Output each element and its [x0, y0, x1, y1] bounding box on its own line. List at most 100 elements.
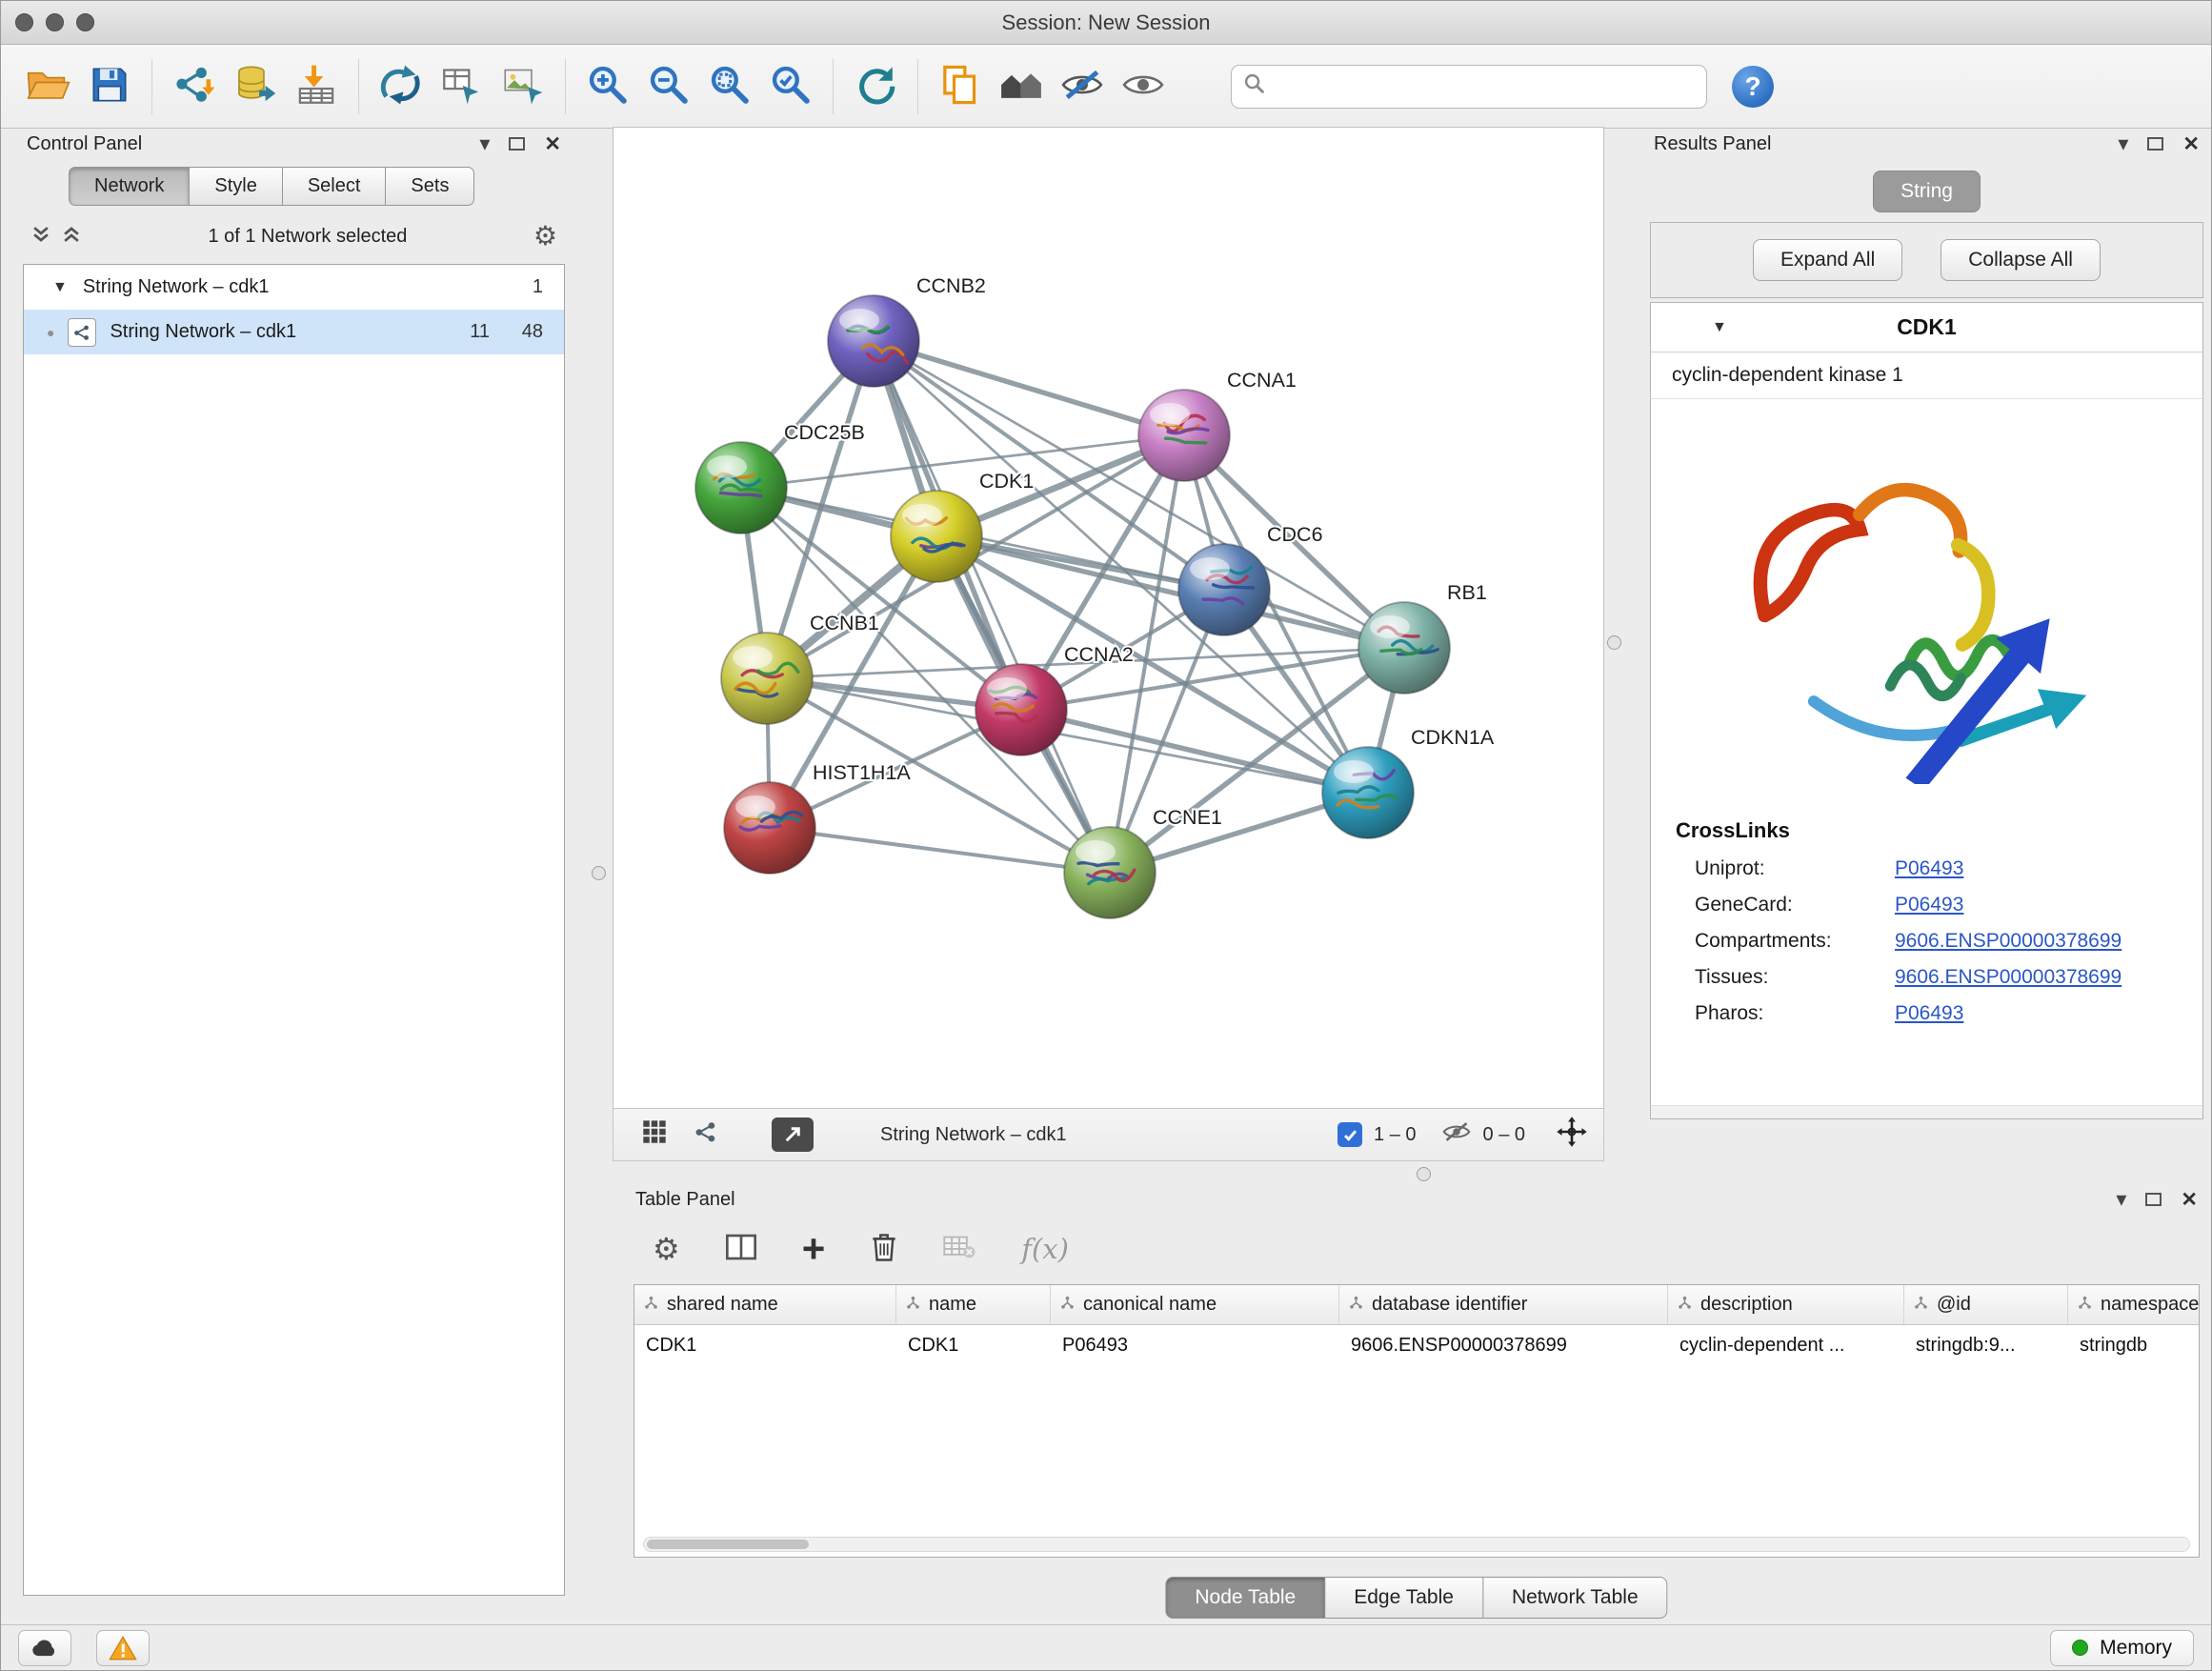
entry-header[interactable]: ▼ CDK1 — [1651, 303, 2202, 352]
splitter-handle[interactable] — [1417, 1167, 1431, 1181]
memory-button[interactable]: Memory — [2050, 1630, 2194, 1666]
collapse-tree-icon[interactable] — [61, 224, 82, 250]
network-node-label: CCNE1 — [1153, 806, 1222, 829]
tab-network-table[interactable]: Network Table — [1483, 1577, 1668, 1619]
column-header--id[interactable]: @id — [1904, 1285, 2068, 1324]
network-canvas[interactable]: CCNB2CCNA1CDC25BCDK1CDC6RB1CCNB1CCNA2CDK… — [613, 127, 1604, 1109]
export-image-button[interactable] — [493, 55, 553, 118]
tab-edge-table[interactable]: Edge Table — [1325, 1577, 1483, 1619]
network-node[interactable] — [1358, 602, 1450, 694]
table-horizontal-scrollbar[interactable] — [643, 1537, 2190, 1552]
table-cell[interactable]: CDK1 — [634, 1325, 896, 1365]
crosslink-link[interactable]: P06493 — [1895, 894, 1963, 916]
network-modify-button[interactable] — [371, 55, 432, 118]
show-columns-icon[interactable] — [726, 1233, 756, 1266]
import-table-button[interactable] — [286, 55, 347, 118]
crosslink-link[interactable]: P06493 — [1895, 857, 1963, 880]
network-edge[interactable] — [874, 341, 1184, 435]
tab-sets[interactable]: Sets — [386, 167, 474, 206]
panel-close-icon[interactable]: ✕ — [2181, 1190, 2198, 1210]
apply-layout-button[interactable] — [845, 55, 906, 118]
column-header-canonical-name[interactable]: canonical name — [1051, 1285, 1339, 1324]
panel-collapse-icon[interactable]: ▾ — [2118, 133, 2128, 154]
table-cell[interactable]: P06493 — [1051, 1325, 1339, 1365]
panel-close-icon[interactable]: ✕ — [544, 134, 561, 154]
column-header-label: canonical name — [1083, 1294, 1217, 1316]
column-header-database-identifier[interactable]: database identifier — [1339, 1285, 1668, 1324]
tab-select[interactable]: Select — [283, 167, 387, 206]
entry-caret-icon[interactable]: ▼ — [1712, 319, 1727, 336]
selected-checkbox-icon[interactable] — [1337, 1122, 1362, 1147]
network-node[interactable] — [1322, 747, 1414, 838]
network-row-selected[interactable]: ● String Network – cdk1 11 48 — [24, 310, 564, 354]
network-node[interactable] — [1178, 544, 1270, 635]
gear-icon[interactable]: ⚙ — [533, 223, 557, 250]
hide-selection-button[interactable] — [1052, 55, 1113, 118]
new-network-from-table-button[interactable] — [432, 55, 493, 118]
table-row[interactable]: CDK1CDK1P064939606.ENSP00000378699cyclin… — [634, 1325, 2199, 1365]
column-header-namespace[interactable]: namespace — [2068, 1285, 2200, 1324]
grid-view-icon[interactable] — [642, 1119, 667, 1150]
panel-close-icon[interactable]: ✕ — [2182, 134, 2200, 154]
open-in-window-button[interactable] — [772, 1117, 814, 1152]
table-cell[interactable]: cyclin-dependent ... — [1668, 1325, 1904, 1365]
zoom-selected-button[interactable] — [760, 55, 821, 118]
table-cell[interactable]: 9606.ENSP00000378699 — [1339, 1325, 1668, 1365]
add-column-icon[interactable]: + — [802, 1233, 826, 1265]
column-header-name[interactable]: name — [896, 1285, 1051, 1324]
expand-tree-icon[interactable] — [30, 224, 51, 250]
crosslink-link[interactable]: P06493 — [1895, 1002, 1963, 1025]
tab-node-table[interactable]: Node Table — [1165, 1577, 1325, 1619]
network-node[interactable] — [695, 442, 787, 534]
network-node[interactable] — [828, 295, 919, 387]
table-cell[interactable]: CDK1 — [896, 1325, 1051, 1365]
zoom-out-button[interactable] — [638, 55, 699, 118]
expand-all-button[interactable]: Expand All — [1753, 239, 1902, 281]
network-edge[interactable] — [770, 828, 1110, 873]
delete-column-trash-icon[interactable] — [871, 1232, 897, 1267]
tree-caret-icon[interactable]: ▼ — [52, 279, 68, 296]
import-network-from-database-button[interactable] — [225, 55, 286, 118]
network-graph[interactable]: CCNB2CCNA1CDC25BCDK1CDC6RB1CCNB1CCNA2CDK… — [613, 128, 1603, 1108]
warnings-button[interactable] — [96, 1630, 150, 1666]
zoom-fit-button[interactable] — [699, 55, 760, 118]
network-overview-button[interactable] — [991, 55, 1052, 118]
panel-float-icon[interactable] — [509, 137, 525, 151]
tab-network[interactable]: Network — [69, 167, 190, 206]
open-session-button[interactable] — [18, 55, 79, 118]
network-edge[interactable] — [874, 341, 1110, 873]
import-network-button[interactable] — [164, 55, 225, 118]
cloud-status-button[interactable] — [18, 1630, 71, 1666]
crosslink-link[interactable]: 9606.ENSP00000378699 — [1895, 930, 2122, 953]
copy-document-button[interactable] — [930, 55, 991, 118]
crosslink-link[interactable]: 9606.ENSP00000378699 — [1895, 966, 2122, 989]
scrollbar-thumb[interactable] — [647, 1540, 809, 1549]
search-input[interactable] — [1274, 74, 1695, 98]
splitter-handle[interactable] — [592, 866, 606, 880]
column-header-description[interactable]: description — [1668, 1285, 1904, 1324]
show-selection-button[interactable] — [1113, 55, 1174, 118]
collapse-all-button[interactable]: Collapse All — [1941, 239, 2101, 281]
table-cell[interactable]: stringdb — [2068, 1325, 2200, 1365]
panel-float-icon[interactable] — [2145, 1193, 2162, 1206]
table-cell[interactable]: stringdb:9... — [1904, 1325, 2068, 1365]
zoom-in-button[interactable] — [577, 55, 638, 118]
splitter-handle[interactable] — [1607, 635, 1621, 650]
network-node[interactable] — [721, 633, 813, 724]
share-view-icon[interactable] — [694, 1119, 718, 1150]
column-header-shared-name[interactable]: shared name — [634, 1285, 896, 1324]
panel-collapse-icon[interactable]: ▾ — [2116, 1189, 2126, 1210]
results-scrollbar[interactable] — [1651, 1105, 2202, 1118]
network-collection-row[interactable]: ▼ String Network – cdk1 1 — [24, 265, 564, 310]
tab-style[interactable]: Style — [190, 167, 282, 206]
save-session-button[interactable] — [79, 55, 140, 118]
panel-float-icon[interactable] — [2147, 137, 2163, 151]
pan-crosshair-icon[interactable] — [1556, 1116, 1588, 1154]
panel-collapse-icon[interactable]: ▾ — [479, 133, 490, 154]
network-node[interactable] — [891, 491, 982, 582]
tab-string[interactable]: String — [1873, 171, 1981, 212]
help-button[interactable]: ? — [1732, 66, 1774, 108]
table-settings-gear-icon[interactable]: ⚙ — [653, 1234, 680, 1264]
node-table[interactable]: shared namename canonical name database id… — [633, 1284, 2200, 1558]
network-node[interactable] — [1138, 390, 1230, 481]
